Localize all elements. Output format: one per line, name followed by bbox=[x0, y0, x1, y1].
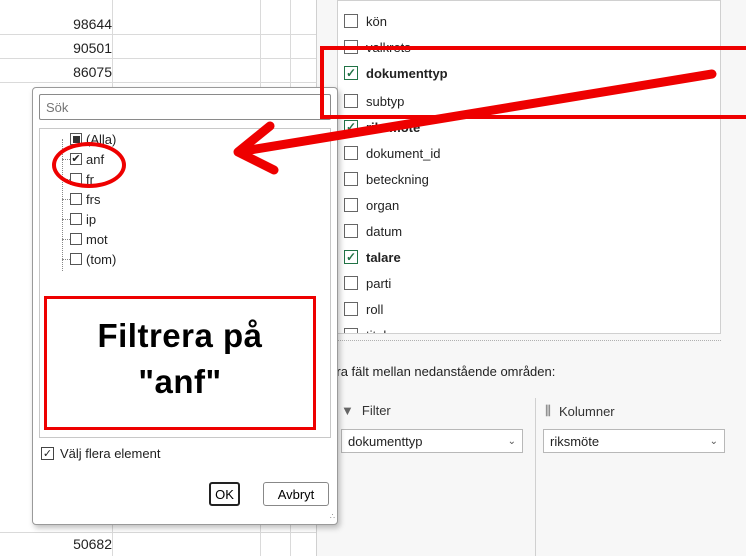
filter-item-label: ip bbox=[86, 211, 97, 227]
columns-field-value: riksmöte bbox=[550, 433, 600, 449]
field-roll[interactable]: roll bbox=[344, 299, 383, 319]
field-beteckning[interactable]: beteckning bbox=[344, 169, 429, 189]
funnel-icon: ▼ bbox=[341, 403, 354, 418]
annotation-highlight-box bbox=[320, 46, 746, 119]
annotation-circle bbox=[52, 142, 126, 188]
field-riksmote[interactable]: ✓ riksmöte bbox=[344, 117, 420, 137]
field-label: roll bbox=[366, 301, 384, 317]
field-label: kön bbox=[366, 13, 387, 29]
field-label: titel bbox=[366, 328, 386, 334]
annotation-line-1: Filtrera på bbox=[97, 317, 263, 354]
resize-grip-icon[interactable]: ∴ bbox=[330, 512, 335, 521]
filter-item-label: mot bbox=[86, 231, 108, 247]
grid-line bbox=[0, 34, 316, 35]
chevron-down-icon[interactable]: ⌄ bbox=[710, 436, 718, 447]
field-label: riksmöte bbox=[366, 119, 421, 135]
columns-field-dropdown[interactable]: riksmöte ⌄ bbox=[543, 429, 725, 453]
filter-item-ip[interactable]: ip bbox=[70, 209, 96, 229]
filter-item-label: (tom) bbox=[86, 251, 117, 267]
checkbox[interactable] bbox=[70, 253, 82, 265]
cell-value[interactable]: 86075 bbox=[42, 64, 112, 80]
field-checkbox[interactable] bbox=[344, 328, 358, 333]
field-organ[interactable]: organ bbox=[344, 195, 399, 215]
field-dokument-id[interactable]: dokument_id bbox=[344, 143, 440, 163]
filter-area-label: Filter bbox=[361, 403, 391, 418]
chevron-down-icon[interactable]: ⌄ bbox=[508, 436, 516, 447]
tree-connector bbox=[62, 239, 70, 240]
annotation-line-2: "anf" bbox=[138, 363, 222, 400]
checkmark-icon[interactable]: ✓ bbox=[344, 250, 358, 264]
field-checkbox[interactable] bbox=[344, 198, 358, 212]
field-checkbox[interactable] bbox=[344, 224, 358, 238]
field-checkbox[interactable] bbox=[344, 146, 358, 160]
field-talare[interactable]: ✓ talare bbox=[344, 247, 401, 267]
multi-select-option[interactable]: ✓ Välj flera element bbox=[41, 446, 160, 461]
field-datum[interactable]: datum bbox=[344, 221, 402, 241]
field-checkbox[interactable] bbox=[344, 172, 358, 186]
cell-value[interactable]: 90501 bbox=[42, 40, 112, 56]
field-checkbox[interactable] bbox=[344, 302, 358, 316]
tree-connector bbox=[62, 199, 70, 200]
screen: 98644 90501 86075 50682 kön valkrets ✓ do… bbox=[0, 0, 746, 556]
search-input[interactable] bbox=[39, 94, 331, 120]
field-label: organ bbox=[366, 197, 400, 213]
field-parti[interactable]: parti bbox=[344, 273, 391, 293]
columns-area-label: Kolumner bbox=[558, 403, 615, 419]
checkmark-icon[interactable]: ✓ bbox=[344, 120, 358, 134]
field-label: datum bbox=[366, 223, 403, 239]
field-label: dokument_id bbox=[366, 145, 441, 161]
annotation-box: Filtrera på "anf" bbox=[44, 296, 316, 430]
filter-item-frs[interactable]: frs bbox=[70, 189, 100, 209]
filter-area-header: ▼ Filter bbox=[341, 403, 391, 418]
checkbox[interactable] bbox=[70, 213, 82, 225]
drag-hint-text: Dra fält mellan nedanstående områden: bbox=[327, 364, 556, 379]
field-kon[interactable]: kön bbox=[344, 11, 387, 31]
checkbox[interactable] bbox=[70, 233, 82, 245]
field-label: beteckning bbox=[366, 171, 429, 187]
cell-value[interactable]: 50682 bbox=[42, 536, 112, 552]
grid-line bbox=[0, 58, 316, 59]
filter-item-label: frs bbox=[86, 191, 101, 207]
annotation-text: Filtrera på "anf" bbox=[47, 313, 313, 405]
checkmark-icon[interactable]: ✓ bbox=[41, 447, 54, 460]
tree-connector bbox=[62, 259, 70, 260]
field-label: parti bbox=[366, 275, 392, 291]
field-checkbox[interactable] bbox=[344, 276, 358, 290]
columns-icon: ⫼ bbox=[545, 403, 551, 418]
field-label: talare bbox=[366, 249, 401, 265]
divider bbox=[337, 340, 721, 350]
field-titel[interactable]: titel bbox=[344, 325, 386, 334]
columns-area-header: ⫼ Kolumner bbox=[545, 403, 615, 419]
area-divider bbox=[535, 398, 536, 556]
filter-item-tom[interactable]: (tom) bbox=[70, 249, 116, 269]
grid-line bbox=[0, 532, 316, 533]
tree-connector bbox=[62, 219, 70, 220]
cancel-button[interactable]: Avbryt bbox=[263, 482, 329, 506]
multi-select-label: Välj flera element bbox=[60, 446, 161, 461]
filter-field-dropdown[interactable]: dokumenttyp ⌄ bbox=[341, 429, 523, 453]
ok-button[interactable]: OK bbox=[209, 482, 240, 506]
field-checkbox[interactable] bbox=[344, 14, 358, 28]
checkbox[interactable] bbox=[70, 193, 82, 205]
filter-item-mot[interactable]: mot bbox=[70, 229, 108, 249]
grid-line bbox=[0, 82, 316, 83]
cell-value[interactable]: 98644 bbox=[42, 16, 112, 32]
filter-field-value: dokumenttyp bbox=[348, 433, 423, 449]
